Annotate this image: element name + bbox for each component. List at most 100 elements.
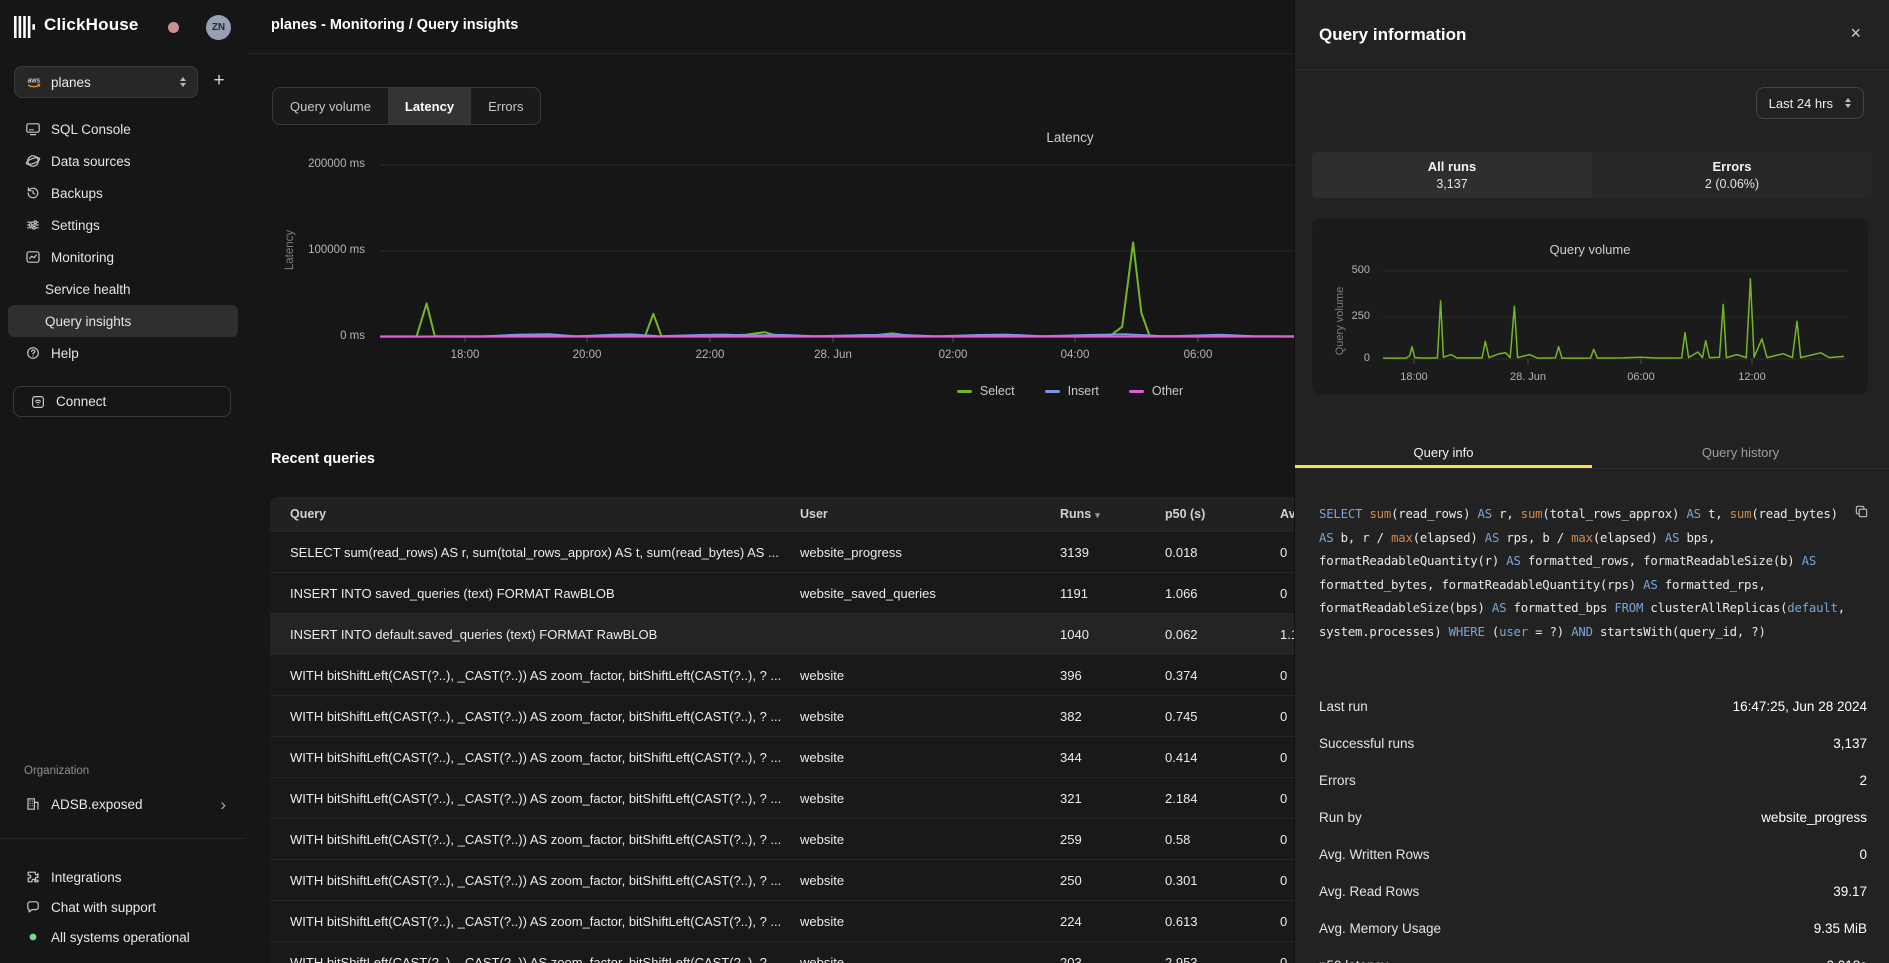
add-service-button[interactable]: +	[204, 66, 234, 96]
legend-item-insert[interactable]: Insert	[1045, 384, 1099, 398]
table-row[interactable]: WITH bitShiftLeft(CAST(?..), _CAST(?..))…	[270, 736, 1294, 777]
sidebar-item-sql-console[interactable]: SQL Console	[8, 113, 238, 145]
data-sources-icon	[25, 153, 41, 169]
sidebar-item-label: Service health	[45, 282, 131, 297]
chevron-updown-icon	[1845, 98, 1851, 108]
sidebar-item-query-insights[interactable]: Query insights	[8, 305, 238, 337]
tab-query-volume[interactable]: Query volume	[273, 88, 388, 124]
help-icon	[25, 345, 41, 361]
table-row[interactable]: WITH bitShiftLeft(CAST(?..), _CAST(?..))…	[270, 654, 1294, 695]
stat-value: 39.17	[1833, 884, 1867, 899]
summary-tab-errors[interactable]: Errors 2 (0.06%)	[1592, 152, 1872, 198]
table-row[interactable]: SELECT sum(read_rows) AS r, sum(total_ro…	[270, 531, 1294, 572]
stat-value: 2	[1859, 773, 1867, 788]
p50-cell: 0.301	[1165, 873, 1280, 888]
column-header-query[interactable]: Query	[270, 507, 800, 521]
sidebar-item-all-systems-operational[interactable]: All systems operational	[8, 922, 238, 952]
latency-chart[interactable]	[380, 130, 1294, 365]
settings-icon	[25, 217, 41, 233]
table-row[interactable]: WITH bitShiftLeft(CAST(?..), _CAST(?..))…	[270, 777, 1294, 818]
close-icon[interactable]: ×	[1844, 22, 1867, 45]
column-header-avg-[interactable]: Avg.	[1280, 507, 1294, 521]
sidebar-item-data-sources[interactable]: Data sources	[8, 145, 238, 177]
connect-label: Connect	[56, 394, 106, 409]
user-avatar[interactable]: ZN	[206, 15, 231, 40]
clickhouse-logo-icon[interactable]	[14, 16, 38, 38]
table-row[interactable]: WITH bitShiftLeft(CAST(?..), _CAST(?..))…	[270, 900, 1294, 941]
column-header-p50-s-[interactable]: p50 (s)	[1165, 507, 1280, 521]
sidebar-item-chat-with-support[interactable]: Chat with support	[8, 892, 238, 922]
chat-icon	[25, 899, 41, 915]
x-tick-label: 18:00	[1374, 371, 1454, 383]
stat-row-last-run: Last run16:47:25, Jun 28 2024	[1319, 688, 1867, 725]
runs-cell: 382	[1060, 709, 1165, 724]
table-row[interactable]: WITH bitShiftLeft(CAST(?..), _CAST(?..))…	[270, 818, 1294, 859]
runs-cell: 344	[1060, 750, 1165, 765]
stat-value: 0.018s	[1826, 958, 1867, 963]
monitor-icon	[25, 121, 41, 137]
stat-value: 3,137	[1833, 736, 1867, 751]
sidebar-item-backups[interactable]: Backups	[8, 177, 238, 209]
organization-section-label: Organization	[24, 765, 89, 777]
panel-divider	[1295, 69, 1889, 70]
metric-tabs: Query volume Latency Errors	[272, 87, 541, 125]
sidebar-footer: IntegrationsChat with supportAll systems…	[8, 862, 238, 952]
tab-query-info[interactable]: Query info	[1295, 437, 1592, 468]
p50-cell: 2.184	[1165, 791, 1280, 806]
legend-label: Other	[1152, 384, 1183, 398]
sidebar-item-service-health[interactable]: Service health	[8, 273, 238, 305]
legend-swatch	[957, 390, 972, 393]
sidebar-item-monitoring[interactable]: Monitoring	[8, 241, 238, 273]
tab-errors[interactable]: Errors	[471, 88, 540, 124]
table-row[interactable]: WITH bitShiftLeft(CAST(?..), _CAST(?..))…	[270, 695, 1294, 736]
sql-line: formatted_bytes, formatReadableQuantity(…	[1319, 574, 1864, 598]
avg-cell: 0	[1280, 914, 1294, 929]
column-header-runs[interactable]: Runs▾	[1060, 507, 1165, 521]
query-cell: WITH bitShiftLeft(CAST(?..), _CAST(?..))…	[270, 832, 800, 847]
building-icon	[25, 796, 41, 812]
user-cell: website	[800, 955, 1060, 963]
connect-button[interactable]: Connect	[13, 386, 231, 417]
service-selector[interactable]: aws planes	[14, 66, 198, 98]
query-volume-chart[interactable]	[1383, 218, 1847, 368]
stat-value: website_progress	[1761, 810, 1867, 825]
query-cell: WITH bitShiftLeft(CAST(?..), _CAST(?..))…	[270, 668, 800, 683]
sidebar-nav: SQL ConsoleData sourcesBackupsSettingsMo…	[0, 113, 246, 369]
table-row[interactable]: INSERT INTO saved_queries (text) FORMAT …	[270, 572, 1294, 613]
latency-y-tick: 0 ms	[265, 330, 365, 342]
user-cell: website	[800, 750, 1060, 765]
runs-cell: 396	[1060, 668, 1165, 683]
sidebar-item-help[interactable]: Help	[8, 337, 238, 369]
legend-swatch	[1129, 390, 1144, 393]
summary-tab-all-runs[interactable]: All runs 3,137	[1312, 152, 1592, 198]
avg-cell: 1.15	[1280, 627, 1294, 642]
x-tick-label: 12:00	[1712, 371, 1792, 383]
time-range-select[interactable]: Last 24 hrs	[1756, 87, 1864, 119]
p50-cell: 0.374	[1165, 668, 1280, 683]
stat-label: Avg. Read Rows	[1319, 884, 1419, 899]
tab-query-history[interactable]: Query history	[1592, 437, 1889, 468]
x-tick-label: 04:00	[1030, 349, 1120, 361]
user-cell: website_progress	[800, 545, 1060, 560]
query-cell: WITH bitShiftLeft(CAST(?..), _CAST(?..))…	[270, 791, 800, 806]
stat-row-successful-runs: Successful runs3,137	[1319, 725, 1867, 762]
stat-label: Errors	[1319, 773, 1356, 788]
summary-tab-value: 3,137	[1436, 177, 1467, 191]
user-cell: website	[800, 668, 1060, 683]
table-row[interactable]: INSERT INTO default.saved_queries (text)…	[270, 613, 1294, 654]
chevron-right-icon: ›	[220, 796, 226, 813]
legend-item-other[interactable]: Other	[1129, 384, 1183, 398]
header-divider	[246, 53, 1294, 54]
sidebar-item-settings[interactable]: Settings	[8, 209, 238, 241]
column-header-user[interactable]: User	[800, 507, 1060, 521]
runs-cell: 224	[1060, 914, 1165, 929]
table-row[interactable]: WITH bitShiftLeft(CAST(?..), _CAST(?..))…	[270, 941, 1294, 963]
table-row[interactable]: WITH bitShiftLeft(CAST(?..), _CAST(?..))…	[270, 859, 1294, 900]
sidebar-item-integrations[interactable]: Integrations	[8, 862, 238, 892]
recent-queries-table: QueryUserRuns▾p50 (s)Avg. SELECT sum(rea…	[270, 497, 1294, 963]
summary-tab-label: All runs	[1428, 159, 1476, 174]
organization-row[interactable]: ADSB.exposed ›	[8, 789, 238, 819]
tab-latency[interactable]: Latency	[388, 88, 471, 124]
legend-item-select[interactable]: Select	[957, 384, 1015, 398]
copy-icon[interactable]	[1854, 504, 1869, 522]
